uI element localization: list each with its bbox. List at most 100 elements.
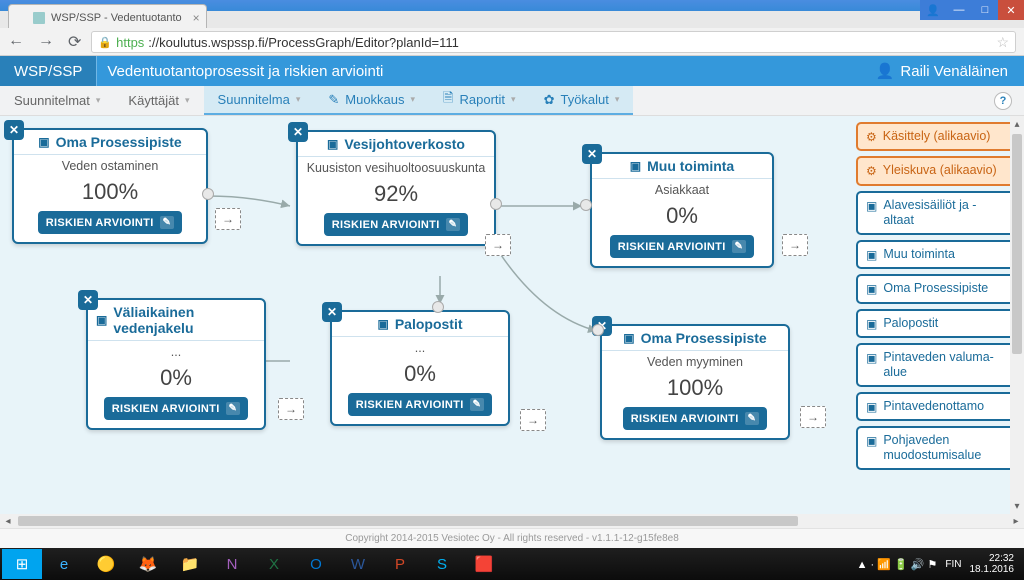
connection-dot[interactable] xyxy=(432,301,444,313)
scroll-up-icon[interactable]: ▴ xyxy=(1010,116,1024,132)
taskbar-word-icon[interactable]: W xyxy=(338,549,378,579)
taskbar-app-icon[interactable]: 🦊 xyxy=(128,549,168,579)
node-close-icon[interactable]: ✕ xyxy=(322,302,342,322)
sidebar-item[interactable]: ▣Palopostit xyxy=(856,309,1016,338)
address-bar[interactable]: 🔒 https://koulutus.wspssp.fi/ProcessGrap… xyxy=(91,31,1016,53)
cube-icon: ▣ xyxy=(377,317,388,331)
sidebar-item-label: Palopostit xyxy=(883,316,938,331)
connection-dot[interactable] xyxy=(490,198,502,210)
risk-button[interactable]: RISKIEN ARVIOINTI✎ xyxy=(610,235,754,258)
tab-close-icon[interactable]: × xyxy=(193,11,200,25)
taskbar-skype-icon[interactable]: S xyxy=(422,549,462,579)
node-close-icon[interactable]: ✕ xyxy=(288,122,308,142)
menu-muokkaus[interactable]: ✎Muokkaus▾ xyxy=(314,86,429,115)
node-palopostit[interactable]: ✕ ▣Palopostit ... 0% RISKIEN ARVIOINTI✎ xyxy=(330,310,510,426)
horizontal-scrollbar[interactable]: ◂ ▸ xyxy=(0,514,1024,528)
chevron-down-icon: ▾ xyxy=(96,95,101,106)
browser-tab[interactable]: WSP/SSP - Vedentuotanto × xyxy=(8,4,207,28)
reload-button[interactable]: ⟳ xyxy=(68,32,81,52)
node-title: Oma Prosessipiste xyxy=(641,330,767,346)
node-vesijohtoverkosto[interactable]: ✕ ▣Vesijohtoverkosto Kuusiston vesihuolt… xyxy=(296,130,496,246)
process-canvas[interactable]: ✕ ▣Oma Prosessipiste Veden ostaminen 100… xyxy=(0,116,1024,514)
node-muu-toiminta[interactable]: ✕ ▣Muu toiminta Asiakkaat 0% RISKIEN ARV… xyxy=(590,152,774,268)
sidebar-item[interactable]: ▣Muu toiminta xyxy=(856,240,1016,269)
sidebar-item[interactable]: ▣Oma Prosessipiste xyxy=(856,274,1016,303)
taskbar-chrome-icon[interactable]: 🟡 xyxy=(86,549,126,579)
app-brand[interactable]: WSP/SSP xyxy=(0,56,96,86)
window-close[interactable]: ✕ xyxy=(998,0,1024,20)
chevron-down-icon: ▾ xyxy=(615,94,620,105)
forward-button[interactable]: → xyxy=(38,32,54,52)
taskbar-onenote-icon[interactable]: N xyxy=(212,549,252,579)
out-port[interactable] xyxy=(215,208,241,230)
taskbar-excel-icon[interactable]: X xyxy=(254,549,294,579)
taskbar-outlook-icon[interactable]: O xyxy=(296,549,336,579)
user-menu[interactable]: 👤 Raili Venäläinen xyxy=(876,62,1024,80)
out-port[interactable] xyxy=(800,406,826,428)
risk-button[interactable]: RISKIEN ARVIOINTI✎ xyxy=(348,393,492,416)
user-icon: 👤 xyxy=(876,62,895,80)
connection-dot[interactable] xyxy=(592,324,604,336)
risk-button[interactable]: RISKIEN ARVIOINTI✎ xyxy=(324,213,468,236)
node-valiaikainen[interactable]: ✕ ▣Väliaikainen vedenjakelu ... 0% RISKI… xyxy=(86,298,266,430)
edit-icon: ✎ xyxy=(732,240,747,253)
browser-chrome: 👤 — □ ✕ WSP/SSP - Vedentuotanto × ← → ⟳ … xyxy=(0,0,1024,56)
cube-icon: ▣ xyxy=(866,433,877,448)
node-oma-prosessipiste-1[interactable]: ✕ ▣Oma Prosessipiste Veden ostaminen 100… xyxy=(12,128,208,244)
edit-icon: ✎ xyxy=(160,216,175,229)
window-maximize[interactable]: □ xyxy=(972,0,998,20)
window-minimize[interactable]: — xyxy=(946,0,972,20)
cube-icon: ▣ xyxy=(866,247,877,262)
menu-suunnitelma[interactable]: Suunnitelma▾ xyxy=(204,86,315,115)
scroll-right-icon[interactable]: ▸ xyxy=(1008,516,1024,527)
node-close-icon[interactable]: ✕ xyxy=(4,120,24,140)
node-title: Palopostit xyxy=(395,316,463,332)
menu-kayttajat[interactable]: Käyttäjät▾ xyxy=(114,86,203,115)
sidebar-item[interactable]: ▣Pintavedenottamo xyxy=(856,392,1016,421)
taskbar-app-icon[interactable]: 🟥 xyxy=(464,549,504,579)
menu-raportit[interactable]: 🗎Raportit▾ xyxy=(429,86,530,115)
node-close-icon[interactable]: ✕ xyxy=(582,144,602,164)
taskbar-explorer-icon[interactable]: 📁 xyxy=(170,549,210,579)
cube-icon: ▣ xyxy=(866,399,877,414)
menu-suunnitelmat[interactable]: Suunnitelmat▾ xyxy=(0,86,114,115)
out-port[interactable] xyxy=(278,398,304,420)
node-oma-prosessipiste-2[interactable]: ✕ ▣Oma Prosessipiste Veden myyminen 100%… xyxy=(600,324,790,440)
connection-dot[interactable] xyxy=(580,199,592,211)
out-port[interactable] xyxy=(520,409,546,431)
sidebar-item[interactable]: ⚙Yleiskuva (alikaavio) xyxy=(856,156,1016,185)
taskbar-powerpoint-icon[interactable]: P xyxy=(380,549,420,579)
menu-tyokalut[interactable]: ✿Työkalut▾ xyxy=(530,86,634,115)
tray-icons[interactable]: ▲ · 📶 🔋 🔊 ⚑ xyxy=(857,558,938,571)
sidebar-item-label: Yleiskuva (alikaavio) xyxy=(883,163,997,178)
out-port[interactable] xyxy=(782,234,808,256)
node-close-icon[interactable]: ✕ xyxy=(78,290,98,310)
connection-dot[interactable] xyxy=(202,188,214,200)
scroll-left-icon[interactable]: ◂ xyxy=(0,516,16,527)
tray-clock[interactable]: 22:32 18.1.2016 xyxy=(970,553,1015,575)
window-user-icon[interactable]: 👤 xyxy=(920,0,946,20)
bookmark-star-icon[interactable]: ☆ xyxy=(996,34,1009,51)
sidebar-item[interactable]: ▣Pohjaveden muodostumisalue xyxy=(856,426,1016,470)
scroll-thumb[interactable] xyxy=(18,516,798,526)
risk-button[interactable]: RISKIEN ARVIOINTI✎ xyxy=(38,211,182,234)
sidebar-item[interactable]: ▣Pintaveden valuma-alue xyxy=(856,343,1016,387)
cube-icon: ▣ xyxy=(866,350,877,365)
scroll-thumb[interactable] xyxy=(1012,134,1022,354)
risk-button[interactable]: RISKIEN ARVIOINTI✎ xyxy=(623,407,767,430)
lock-icon: 🔒 xyxy=(98,36,112,49)
tray-language[interactable]: FIN xyxy=(945,559,961,570)
sidebar-item[interactable]: ⚙Käsittely (alikaavio) xyxy=(856,122,1016,151)
vertical-scrollbar[interactable]: ▴ ▾ xyxy=(1010,116,1024,514)
risk-button[interactable]: RISKIEN ARVIOINTI✎ xyxy=(104,397,248,420)
node-percent: 0% xyxy=(592,197,772,235)
sidebar-item[interactable]: ▣Alavesisäiliöt ja -altaat xyxy=(856,191,1016,235)
node-percent: 92% xyxy=(298,175,494,213)
node-subtitle: Asiakkaat xyxy=(592,179,772,197)
back-button[interactable]: ← xyxy=(8,32,24,52)
menu-help[interactable]: ? xyxy=(994,86,1024,115)
start-button[interactable]: ⊞ xyxy=(2,549,42,579)
taskbar-ie-icon[interactable]: e xyxy=(44,549,84,579)
scroll-down-icon[interactable]: ▾ xyxy=(1010,498,1024,514)
out-port[interactable] xyxy=(485,234,511,256)
